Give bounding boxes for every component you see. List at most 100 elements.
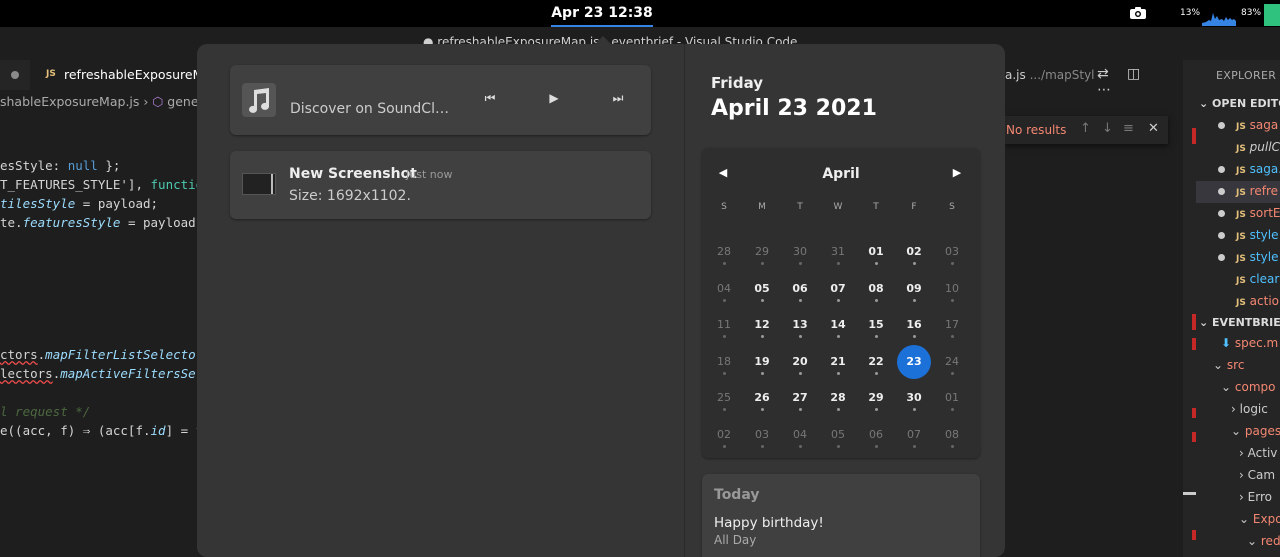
open-editor-item[interactable]: JS actio xyxy=(1236,294,1279,308)
event-dot-icon xyxy=(951,335,954,339)
open-editor-item[interactable]: JS saga xyxy=(1236,118,1278,132)
calendar-day[interactable]: 06 xyxy=(783,272,817,306)
calendar-day[interactable]: 04 xyxy=(783,418,817,452)
calendar-day[interactable]: 29 xyxy=(859,381,893,415)
tree-item[interactable]: › Erro xyxy=(1239,490,1272,504)
calendar-day[interactable]: 02 xyxy=(707,418,741,452)
calendar-day[interactable]: 10 xyxy=(935,272,969,306)
open-editors-header[interactable]: ⌄ OPEN EDITO xyxy=(1199,97,1280,110)
calendar-day[interactable]: 08 xyxy=(935,418,969,452)
calendar-day[interactable]: 13 xyxy=(783,308,817,342)
chevron-down-icon: ⌄ xyxy=(1247,534,1258,548)
full-date-label[interactable]: April 23 2021 xyxy=(711,96,877,121)
calendar-day[interactable]: 14 xyxy=(821,308,855,342)
calendar-day[interactable]: 28 xyxy=(707,235,741,269)
media-player-card[interactable]: Discover on SoundCl… ⏮ ▶ ⏭ xyxy=(230,65,651,135)
calendar-day[interactable]: 05 xyxy=(821,418,855,452)
next-month-icon[interactable]: ▶ xyxy=(950,166,964,180)
calendar-day[interactable]: 11 xyxy=(707,308,741,342)
calendar-day[interactable]: 31 xyxy=(821,235,855,269)
calendar-day[interactable]: 24 xyxy=(935,345,969,379)
split-editor-tab[interactable]: a.js .../mapStyl xyxy=(1005,68,1095,82)
top-bar: Apr 23 12:38 13% 83% xyxy=(0,0,1280,27)
tree-item[interactable]: › Cam xyxy=(1239,468,1275,482)
calendar-day[interactable]: 21 xyxy=(821,345,855,379)
calendar-day[interactable]: 16 xyxy=(897,308,931,342)
tree-item[interactable]: ⌄ pages xyxy=(1231,424,1280,438)
project-header[interactable]: ⌄ EVENTBRIEF xyxy=(1199,316,1280,329)
calendar-day[interactable]: 20 xyxy=(783,345,817,379)
open-editor-item[interactable]: JS saga. xyxy=(1236,162,1280,176)
breadcrumb-file[interactable]: shableExposureMap.js xyxy=(0,94,139,109)
calendar-day[interactable]: 03 xyxy=(935,235,969,269)
scm-marker xyxy=(1192,128,1196,144)
arrow-up-icon[interactable]: ↑ xyxy=(1080,121,1091,136)
cpu-graph-icon[interactable] xyxy=(1202,4,1236,26)
calendar-day[interactable]: 09 xyxy=(897,272,931,306)
calendar-day-selected[interactable]: 23 xyxy=(897,344,931,379)
tree-item[interactable]: ⌄ red xyxy=(1247,534,1280,548)
event-dot-icon xyxy=(913,445,916,448)
event-dot-icon xyxy=(875,262,878,265)
calendar-day[interactable]: 29 xyxy=(745,235,779,269)
open-editor-item[interactable]: JS pullC xyxy=(1236,140,1280,154)
calendar-day[interactable]: 04 xyxy=(707,272,741,306)
calendar-day[interactable]: 03 xyxy=(745,418,779,452)
calendar-day[interactable]: 17 xyxy=(935,308,969,342)
calendar-day[interactable]: 26 xyxy=(745,381,779,415)
event-dot-icon xyxy=(913,408,916,412)
tree-item[interactable]: › Activ xyxy=(1239,446,1277,460)
calendar-day[interactable]: 01 xyxy=(935,381,969,415)
open-editor-item[interactable]: JS clear xyxy=(1236,272,1279,286)
open-editor-item[interactable]: JS style xyxy=(1236,250,1278,264)
scm-marker xyxy=(1192,314,1196,330)
calendar-day[interactable]: 27 xyxy=(783,381,817,415)
calendar-day[interactable]: 15 xyxy=(859,308,893,342)
code-line: te.featuresStyle = payload; xyxy=(0,215,204,230)
open-editor-item[interactable]: JS sortE xyxy=(1236,206,1280,220)
calendar-day[interactable]: 05 xyxy=(745,272,779,306)
calendar-day[interactable]: 22 xyxy=(859,345,893,379)
tree-item[interactable]: ⌄ src xyxy=(1213,358,1244,372)
calendar: ◀ April ▶ S M T W T F S 28 29 30 31 01 02 03 04 05 06 07 0… xyxy=(702,148,980,458)
close-icon[interactable]: ✕ xyxy=(1148,121,1159,136)
screenshot-camera-icon[interactable] xyxy=(1129,6,1147,20)
previous-month-icon[interactable]: ◀ xyxy=(716,166,730,180)
calendar-day[interactable]: 30 xyxy=(783,235,817,269)
arrow-down-icon[interactable]: ↓ xyxy=(1102,121,1113,136)
calendar-day[interactable]: 19 xyxy=(745,345,779,379)
next-track-icon[interactable]: ⏭ xyxy=(608,91,628,109)
play-icon[interactable]: ▶ xyxy=(544,91,564,109)
memory-graph-icon[interactable] xyxy=(1264,4,1280,26)
calendar-day[interactable]: 28 xyxy=(821,381,855,415)
calendar-day[interactable]: 25 xyxy=(707,381,741,415)
calendar-day[interactable]: 30 xyxy=(897,381,931,415)
calendar-day[interactable]: 07 xyxy=(897,418,931,452)
tree-item[interactable]: ⌄ compo xyxy=(1221,380,1275,394)
calendar-day[interactable]: 12 xyxy=(745,308,779,342)
unsaved-dot-icon xyxy=(1218,188,1225,195)
open-editor-item[interactable]: JS style xyxy=(1236,228,1278,242)
calendar-day[interactable]: 01 xyxy=(859,235,893,269)
previous-track-icon[interactable]: ⏮ xyxy=(480,91,500,109)
event-dot-icon xyxy=(951,371,954,375)
split-editor-icon[interactable]: ◫ xyxy=(1127,66,1157,82)
notification-card[interactable]: New Screenshot Just now Size: 1692x1102. xyxy=(230,151,651,219)
open-editor-item[interactable]: JS refre xyxy=(1236,184,1278,198)
calendar-day[interactable]: 08 xyxy=(859,272,893,306)
tree-item[interactable]: ⌄ Expo xyxy=(1239,512,1280,526)
weekday-header: F xyxy=(911,202,917,212)
selection-icon[interactable]: ≡ xyxy=(1123,121,1134,136)
calendar-day[interactable]: 02 xyxy=(897,235,931,269)
tree-item[interactable]: › logic xyxy=(1231,402,1268,416)
calendar-day[interactable]: 06 xyxy=(859,418,893,452)
editor-tab[interactable]: JS refreshableExposureMa xyxy=(30,60,211,90)
breadcrumb[interactable]: shableExposureMap.js › ⬡ genera xyxy=(0,94,211,109)
compare-icon[interactable]: ⇄ xyxy=(1097,66,1127,82)
more-actions-icon[interactable]: ⋯ xyxy=(1097,82,1127,98)
calendar-day[interactable]: 18 xyxy=(707,345,741,379)
clock-button[interactable]: Apr 23 12:38 xyxy=(551,3,653,27)
events-card[interactable]: Today Happy birthday! All Day xyxy=(702,474,980,557)
calendar-day[interactable]: 07 xyxy=(821,272,855,306)
tree-item[interactable]: ⬇ spec.m xyxy=(1221,336,1278,350)
